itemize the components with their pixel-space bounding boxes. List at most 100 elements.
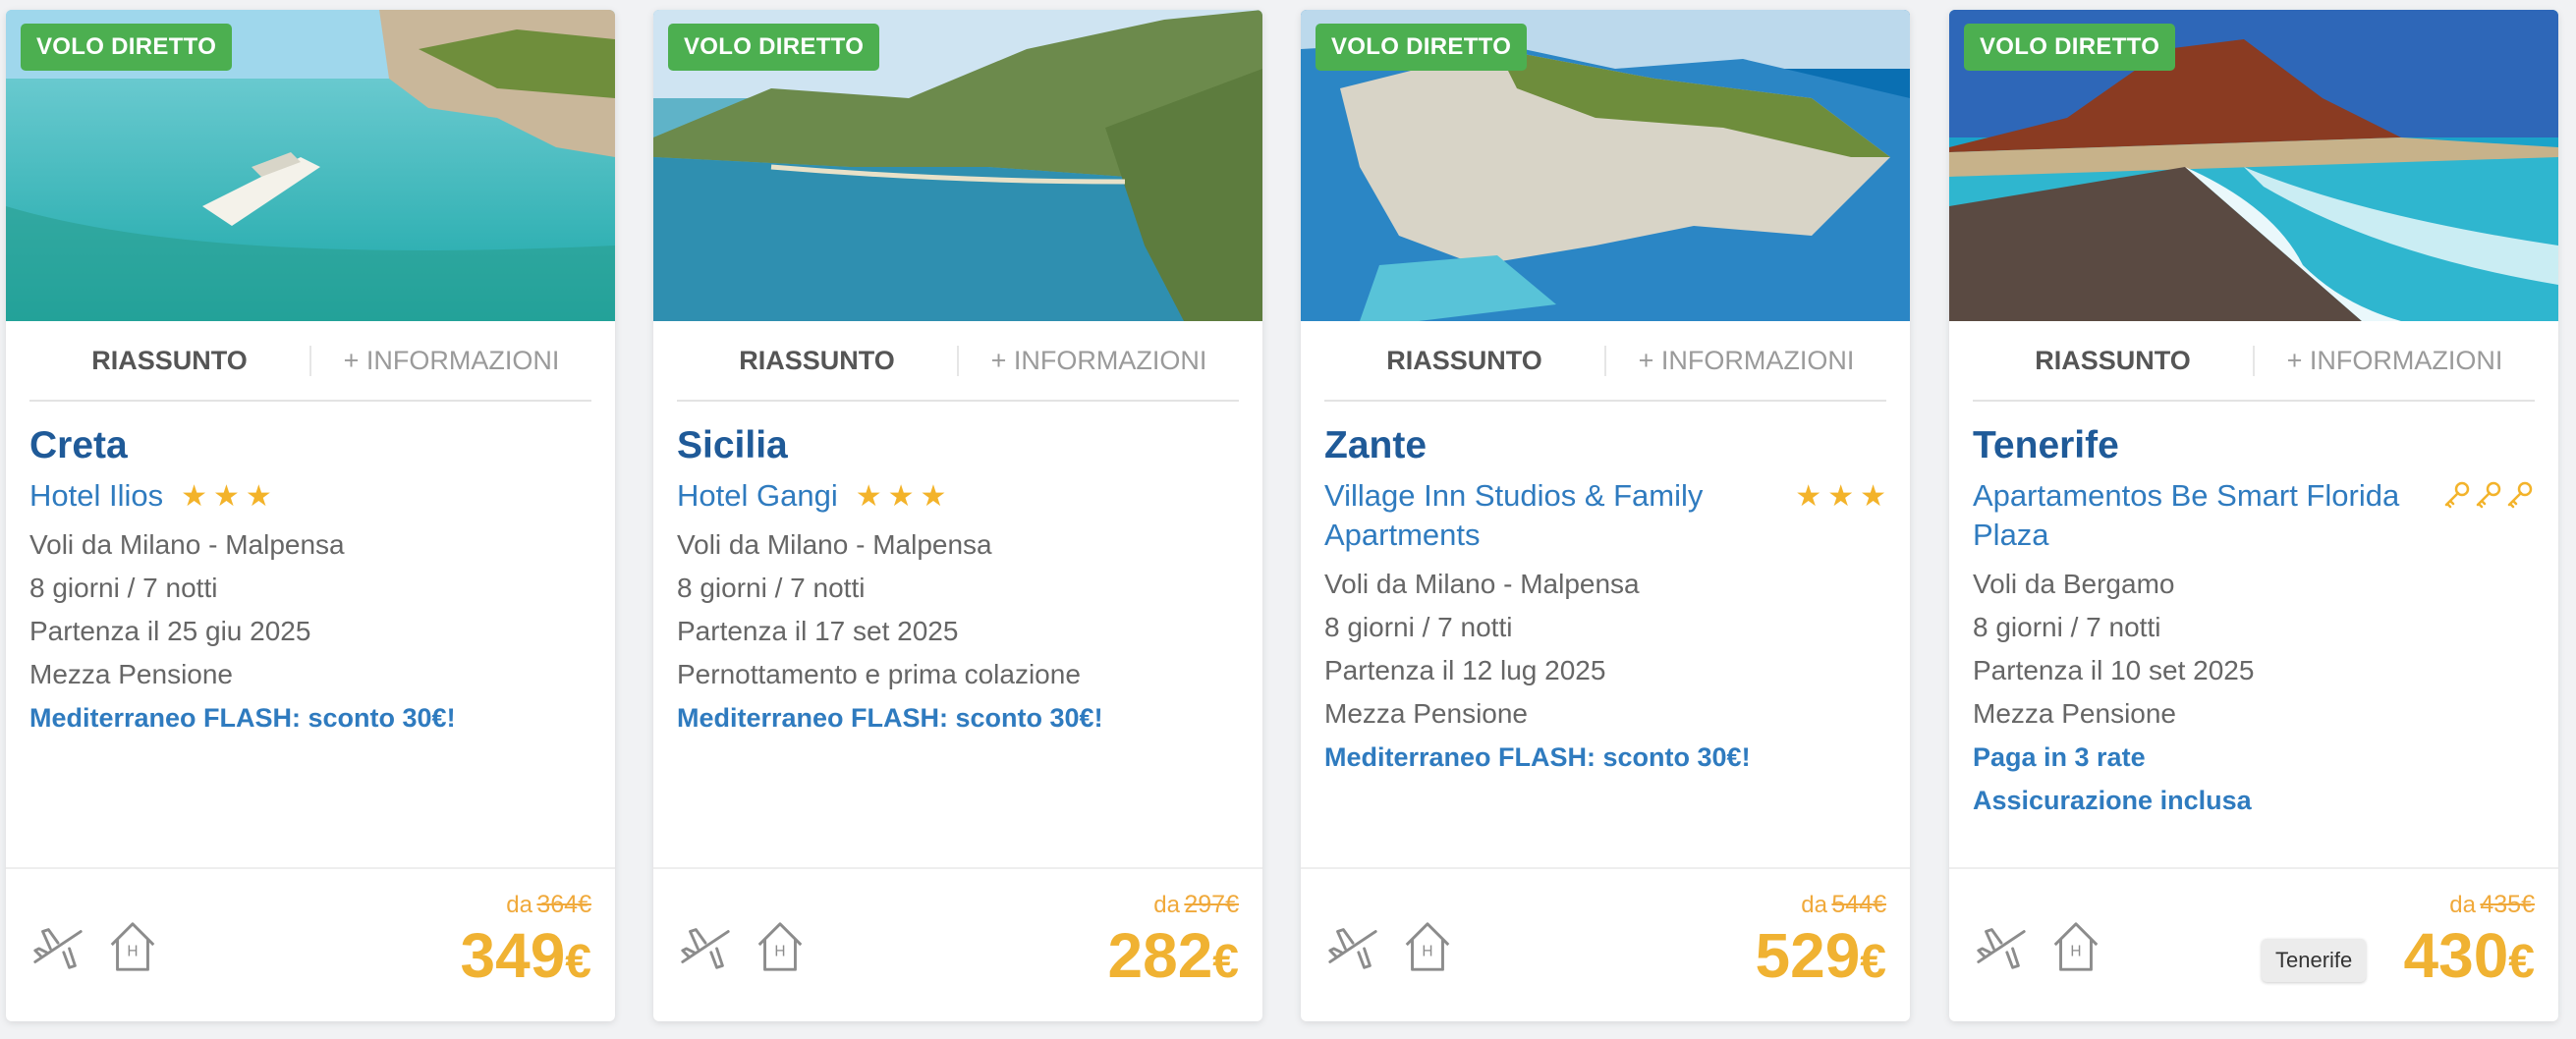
- card-tabs: RIASSUNTO + INFORMAZIONI: [29, 321, 591, 402]
- trip-duration: 8 giorni / 7 notti: [29, 573, 218, 603]
- promo-label: Mediterraneo FLASH: sconto 30€!: [677, 703, 1103, 733]
- card-footer: H da 364€ 349€: [6, 867, 615, 1021]
- price-box[interactable]: da 544€ 529€: [1756, 891, 1886, 997]
- departure-airport: Voli da Milano - Malpensa: [1324, 569, 1640, 599]
- key-icon: [2476, 481, 2501, 509]
- tooltip: Tenerife: [2262, 939, 2367, 982]
- direct-flight-badge: VOLO DIRETTO: [668, 24, 880, 71]
- plane-icon: [1328, 928, 1377, 969]
- hotel-name-link[interactable]: Village Inn Studios & Family Apartments: [1324, 476, 1737, 555]
- tab-summary[interactable]: RIASSUNTO: [29, 346, 309, 376]
- promo-label: Paga in 3 rate: [1973, 742, 2146, 772]
- key-icon: [2507, 481, 2533, 509]
- star-rating: ★ ★ ★: [856, 482, 947, 512]
- star-icon: ★: [1827, 480, 1855, 513]
- plane-icon: [681, 928, 730, 969]
- star-icon: ★: [181, 480, 208, 513]
- trip-duration: 8 giorni / 7 notti: [1973, 612, 2161, 642]
- offer-card-creta[interactable]: VOLO DIRETTO RIASSUNTO + INFORMAZIONI Cr…: [6, 10, 615, 1021]
- card-footer: H da 297€ 282€: [653, 867, 1262, 1021]
- offer-image[interactable]: VOLO DIRETTO: [653, 10, 1262, 321]
- star-icon: ★: [855, 480, 882, 513]
- price-value: 349: [460, 920, 566, 991]
- hotel-name-link[interactable]: Apartamentos Be Smart Florida Plaza: [1973, 476, 2425, 555]
- price-currency: €: [1212, 936, 1239, 988]
- promo-label: Assicurazione inclusa: [1973, 786, 2252, 815]
- trip-duration: 8 giorni / 7 notti: [677, 573, 866, 603]
- offer-card-tenerife[interactable]: VOLO DIRETTO RIASSUNTO + INFORMAZIONI Te…: [1949, 10, 2558, 1021]
- old-price: 544€: [1831, 891, 1886, 918]
- tab-summary[interactable]: RIASSUNTO: [677, 346, 957, 376]
- star-icon: ★: [1860, 480, 1886, 513]
- departure-airport: Voli da Milano - Malpensa: [29, 529, 345, 560]
- svg-text:H: H: [1422, 944, 1432, 960]
- tab-more-info[interactable]: + INFORMAZIONI: [957, 345, 1239, 376]
- key-rating: [2442, 480, 2535, 510]
- tab-more-info[interactable]: + INFORMAZIONI: [309, 345, 591, 376]
- star-rating: ★ ★ ★: [1795, 482, 1886, 512]
- svg-text:H: H: [2070, 944, 2081, 960]
- direct-flight-badge: VOLO DIRETTO: [21, 24, 233, 71]
- price-currency: €: [1860, 936, 1886, 988]
- tab-more-info[interactable]: + INFORMAZIONI: [1604, 345, 1886, 376]
- tab-summary[interactable]: RIASSUNTO: [1324, 346, 1604, 376]
- departure-date: Partenza il 12 lug 2025: [1324, 655, 1606, 685]
- hotel-name-link[interactable]: Hotel Ilios: [29, 476, 163, 516]
- old-price: 435€: [2480, 891, 2535, 918]
- price-value: 430: [2403, 920, 2509, 991]
- card-tabs: RIASSUNTO + INFORMAZIONI: [677, 321, 1239, 402]
- hotel-name-link[interactable]: Hotel Gangi: [677, 476, 838, 516]
- board-type: Mezza Pensione: [29, 659, 234, 689]
- card-tabs: RIASSUNTO + INFORMAZIONI: [1324, 321, 1886, 402]
- svg-text:H: H: [774, 944, 785, 960]
- price-box[interactable]: da 297€ 282€: [1108, 891, 1239, 997]
- offer-image[interactable]: VOLO DIRETTO: [1949, 10, 2558, 321]
- offer-card-sicilia[interactable]: VOLO DIRETTO RIASSUNTO + INFORMAZIONI Si…: [653, 10, 1262, 1021]
- price-value: 282: [1107, 920, 1213, 991]
- price-value: 529: [1755, 920, 1861, 991]
- promo-label: Mediterraneo FLASH: sconto 30€!: [29, 703, 456, 733]
- departure-date: Partenza il 10 set 2025: [1973, 655, 2255, 685]
- destination-title[interactable]: Tenerife: [1973, 426, 2535, 465]
- current-price: 430€: [2404, 921, 2535, 997]
- price-prefix: da: [2449, 892, 2476, 918]
- board-type: Mezza Pensione: [1973, 698, 2177, 729]
- price-prefix: da: [1153, 892, 1180, 918]
- offer-image[interactable]: VOLO DIRETTO: [6, 10, 615, 321]
- card-tabs: RIASSUNTO + INFORMAZIONI: [1973, 321, 2535, 402]
- offer-image[interactable]: VOLO DIRETTO: [1301, 10, 1910, 321]
- board-type: Mezza Pensione: [1324, 698, 1529, 729]
- old-price: 297€: [1184, 891, 1239, 918]
- plane-icon: [33, 928, 83, 969]
- departure-date: Partenza il 17 set 2025: [677, 616, 959, 646]
- tab-summary[interactable]: RIASSUNTO: [1973, 346, 2253, 376]
- card-footer: H da 544€ 529€: [1301, 867, 1910, 1021]
- current-price: 529€: [1756, 921, 1886, 997]
- direct-flight-badge: VOLO DIRETTO: [1316, 24, 1528, 71]
- star-rating: ★ ★ ★: [181, 482, 272, 512]
- price-prefix: da: [506, 892, 532, 918]
- board-type: Pernottamento e prima colazione: [677, 659, 1081, 689]
- destination-title[interactable]: Sicilia: [677, 426, 1239, 465]
- departure-date: Partenza il 25 giu 2025: [29, 616, 311, 646]
- offer-card-zante[interactable]: VOLO DIRETTO RIASSUNTO + INFORMAZIONI Za…: [1301, 10, 1910, 1021]
- star-icon: ★: [213, 480, 240, 513]
- star-icon: ★: [245, 480, 272, 513]
- destination-title[interactable]: Zante: [1324, 426, 1886, 465]
- svg-text:H: H: [127, 944, 138, 960]
- direct-flight-badge: VOLO DIRETTO: [1964, 24, 2176, 71]
- price-box[interactable]: da 364€ 349€: [461, 891, 591, 997]
- house-icon: H: [110, 922, 155, 971]
- tab-more-info[interactable]: + INFORMAZIONI: [2253, 345, 2535, 376]
- current-price: 282€: [1108, 921, 1239, 997]
- house-icon: H: [757, 922, 803, 971]
- destination-title[interactable]: Creta: [29, 426, 591, 465]
- price-box[interactable]: da 435€ 430€: [2404, 891, 2535, 997]
- price-currency: €: [565, 936, 591, 988]
- plane-icon: [1977, 928, 2026, 969]
- promo-label: Mediterraneo FLASH: sconto 30€!: [1324, 742, 1751, 772]
- price-prefix: da: [1801, 892, 1827, 918]
- trip-duration: 8 giorni / 7 notti: [1324, 612, 1513, 642]
- departure-airport: Voli da Milano - Malpensa: [677, 529, 992, 560]
- star-icon: ★: [920, 480, 947, 513]
